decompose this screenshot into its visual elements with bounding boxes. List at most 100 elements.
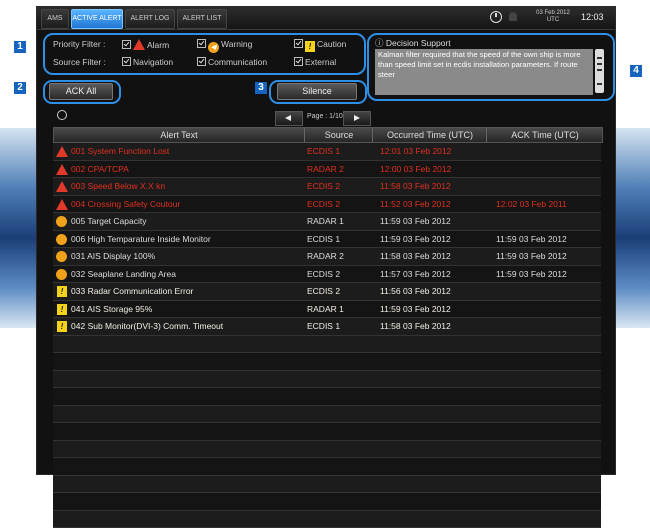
source-cell: RADAR 1	[307, 213, 344, 230]
header-source[interactable]: Source	[304, 128, 373, 142]
tab-alert-log[interactable]: ALERT LOG	[125, 9, 175, 29]
alert-text-cell: 006 High Temparature Inside Monitor	[71, 231, 211, 248]
alarm-icon	[133, 39, 145, 50]
source-cell: RADAR 2	[307, 161, 344, 178]
table-row[interactable]: 031 AIS Display 100%RADAR 211:58 03 Feb …	[53, 248, 601, 266]
header-ack-time[interactable]: ACK Time (UTC)	[486, 128, 603, 142]
occurred-time-cell: 11:59 03 Feb 2012	[380, 231, 451, 248]
warning-icon: ◀	[208, 42, 219, 53]
empty-table-row	[53, 336, 601, 354]
navigation-checkbox[interactable]	[122, 57, 131, 66]
alert-text: CPA/TCPA	[88, 164, 129, 174]
table-row[interactable]: 032 Seaplane Landing AreaECDIS 211:57 03…	[53, 266, 601, 284]
caution-checkbox[interactable]	[294, 39, 303, 48]
alert-text: High Temparature Inside Monitor	[88, 234, 211, 244]
alert-text-cell: 042 Sub Monitor(DVI-3) Comm. Timeout	[71, 318, 223, 335]
alert-text: Sub Monitor(DVI-3) Comm. Timeout	[88, 321, 224, 331]
alert-text: System Function Lost	[88, 146, 170, 156]
decision-support-panel: ⓘ Decision Support Kalman filter require…	[367, 33, 615, 101]
alarm-filter[interactable]: Alarm	[122, 39, 169, 50]
caution-filter[interactable]: !Caution	[294, 39, 346, 52]
table-row[interactable]: !042 Sub Monitor(DVI-3) Comm. TimeoutECD…	[53, 318, 601, 336]
occurred-time-cell: 11:52 03 Feb 2012	[380, 196, 451, 213]
external-checkbox[interactable]	[294, 57, 303, 66]
source-cell: ECDIS 1	[307, 318, 340, 335]
occurred-time-cell: 12:01 03 Feb 2012	[380, 143, 451, 160]
warning-icon	[56, 216, 67, 227]
table-row[interactable]: 002 CPA/TCPA RADAR 2 12:00 03 Feb 2012	[53, 161, 601, 179]
alert-text-cell: 032 Seaplane Landing Area	[71, 266, 176, 283]
empty-table-row	[53, 476, 601, 494]
warning-checkbox[interactable]	[197, 39, 206, 48]
header-occurred-time[interactable]: Occurred Time (UTC)	[372, 128, 487, 142]
table-row[interactable]: ! 041 AIS Storage 95% RADAR 1 11:59 03 Feb …	[53, 301, 601, 319]
callout-1: 1	[14, 41, 26, 53]
alarm-checkbox[interactable]	[122, 40, 131, 49]
alert-management-window: AMS ACTIVE ALERT ALERT LOG ALERT LIST 03…	[36, 6, 616, 475]
alert-text: AIS Display 100%	[87, 251, 155, 261]
alert-text-cell: 033 Radar Communication Error	[71, 283, 193, 300]
tab-ams[interactable]: AMS	[41, 9, 69, 29]
table-row[interactable]: 005 Target CapacityRADAR 111:59 03 Feb 2…	[53, 213, 601, 231]
empty-table-row	[53, 388, 601, 406]
alert-number: 002	[71, 164, 85, 174]
next-page-button[interactable]	[343, 111, 371, 126]
timer-icon	[57, 110, 67, 120]
source-cell: ECDIS 2	[307, 178, 340, 195]
prev-page-button[interactable]	[275, 111, 303, 126]
header-alert-text[interactable]: Alert Text	[54, 128, 304, 142]
info-icon: ⓘ	[375, 38, 386, 48]
clock-icon[interactable]	[490, 11, 502, 23]
table-row[interactable]: 004 Crossing Safety CoutourECDIS 211:52 …	[53, 196, 601, 214]
alert-number: 032	[71, 269, 85, 279]
alert-number: 006	[71, 234, 85, 244]
alert-text-cell: 001 System Function Lost	[71, 143, 169, 160]
external-filter[interactable]: External	[294, 57, 336, 67]
communication-checkbox[interactable]	[197, 57, 206, 66]
source-cell: RADAR 1	[307, 301, 344, 318]
alert-number: 005	[71, 216, 85, 226]
decision-support-text: Kalman filter required that the speed of…	[375, 49, 593, 95]
empty-table-row	[53, 371, 601, 389]
warning-filter[interactable]: ◀Warning	[197, 39, 252, 53]
ack-time-cell: 11:59 03 Feb 2012	[496, 266, 567, 283]
top-tab-bar: AMS ACTIVE ALERT ALERT LOG ALERT LIST 03…	[37, 7, 615, 30]
alert-table-header: Alert Text Source Occurred Time (UTC) AC…	[53, 127, 603, 143]
caution-icon: !	[57, 286, 67, 297]
source-cell: ECDIS 1	[307, 143, 340, 160]
occurred-time-cell: 11:58 03 Feb 2012	[380, 248, 451, 265]
table-row[interactable]: 003 Speed Below X.X kn ECDIS 2 11:58 03 Fe…	[53, 178, 601, 196]
warning-icon	[56, 251, 67, 262]
ack-time-cell: 12:02 03 Feb 2011	[496, 196, 567, 213]
silence-button[interactable]: Silence	[277, 83, 357, 100]
alert-number: 003	[71, 181, 85, 191]
warning-icon	[56, 234, 67, 245]
decision-scrollbar[interactable]	[595, 49, 604, 93]
source-filter-label: Source Filter :	[53, 57, 106, 67]
alert-text: Target Capacity	[87, 216, 146, 226]
occurred-time-cell: 11:59 03 Feb 2012	[380, 301, 451, 318]
alert-number: 033	[71, 286, 85, 296]
alert-number: 001	[71, 146, 85, 156]
occurred-time-cell: 12:00 03 Feb 2012	[380, 161, 451, 178]
caution-icon: !	[57, 304, 67, 315]
table-row[interactable]: 006 High Temparature Inside Monitor ECDIS…	[53, 231, 601, 249]
navigation-filter[interactable]: Navigation	[122, 57, 173, 67]
communication-filter[interactable]: Communication	[197, 57, 267, 67]
tab-alert-list[interactable]: ALERT LIST	[177, 9, 227, 29]
page-indicator: Page : 1/10	[307, 113, 343, 120]
source-cell: ECDIS 1	[307, 231, 340, 248]
table-row[interactable]: !033 Radar Communication ErrorECDIS 211:…	[53, 283, 601, 301]
occurred-time-cell: 11:58 03 Feb 2012	[380, 178, 451, 195]
alert-text: Speed Below X.X kn	[88, 181, 166, 191]
ack-all-button[interactable]: ACK All	[49, 83, 113, 100]
alarm-icon	[56, 164, 68, 175]
table-row[interactable]: 001 System Function Lost ECDIS 1 12:01 03 …	[53, 143, 601, 161]
occurred-time-cell: 11:56 03 Feb 2012	[380, 283, 451, 300]
priority-filter-label: Priority Filter :	[53, 39, 105, 49]
decision-support-title: ⓘ Decision Support	[375, 37, 451, 49]
alert-text-cell: 041 AIS Storage 95%	[71, 301, 152, 318]
alert-text: Radar Communication Error	[88, 286, 194, 296]
status-date: 03 Feb 2012UTC	[531, 10, 575, 24]
tab-active-alert[interactable]: ACTIVE ALERT	[71, 9, 123, 29]
